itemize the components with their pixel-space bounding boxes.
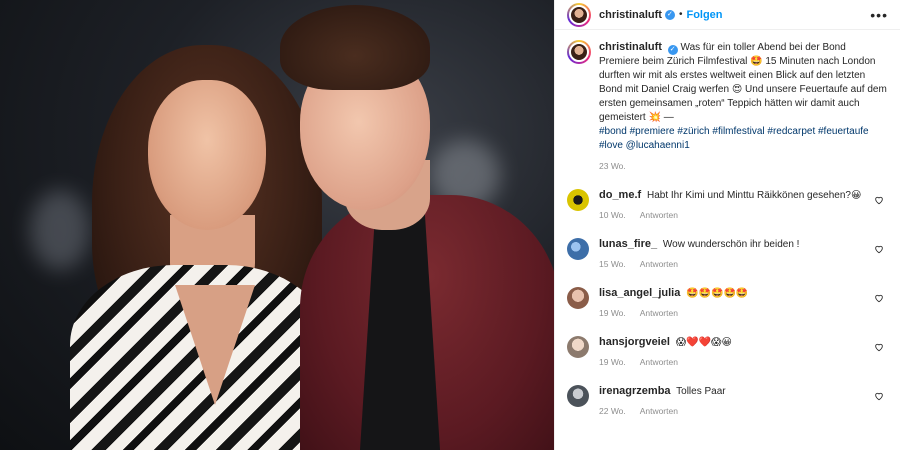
caption-avatar[interactable] (567, 40, 591, 64)
comment-username[interactable]: lisa_angel_julia (599, 287, 680, 299)
verified-badge-icon: ✓ (667, 45, 678, 55)
comment-avatar[interactable] (567, 189, 589, 211)
comment-avatar[interactable] (567, 238, 589, 260)
comment-age: 22 Wo. (599, 406, 626, 416)
comment-item: lunas_fire_ Wow wunderschön ihr beiden !… (567, 238, 888, 269)
comment-text: 😱❤️❤️😱😀 (675, 337, 732, 348)
profile-avatar[interactable] (567, 2, 591, 27)
header-username[interactable]: christinaluft (599, 9, 662, 21)
comment-text: Tolles Paar (676, 386, 726, 397)
caption-text-block: christinaluft ✓ Was für ein toller Abend… (599, 40, 888, 153)
caption-meta: 23 Wo. (599, 161, 888, 171)
comment-age: 15 Wo. (599, 259, 626, 269)
comment-text: Wow wunderschön ihr beiden ! (662, 239, 800, 250)
comment-item: lisa_angel_julia 🤩🤩🤩🤩🤩 19 Wo. Antworten (567, 287, 888, 318)
more-options-icon[interactable]: ••• (870, 7, 888, 23)
comment-username[interactable]: hansjorgveiel (599, 336, 670, 348)
like-heart-icon[interactable] (874, 293, 884, 303)
reply-button[interactable]: Antworten (640, 406, 678, 416)
comment-text: 🤩🤩🤩🤩🤩 (686, 288, 749, 299)
comment-avatar[interactable] (567, 385, 589, 407)
follow-button[interactable]: Folgen (686, 9, 722, 21)
comment-text: Habt Ihr Kimi und Minttu Räikkönen geseh… (646, 190, 862, 201)
comment-username[interactable]: lunas_fire_ (599, 238, 657, 250)
comment-avatar[interactable] (567, 336, 589, 358)
post-photo[interactable] (0, 0, 554, 450)
background-bokeh (30, 190, 90, 270)
comments-thread[interactable]: christinaluft ✓ Was für ein toller Abend… (555, 30, 900, 450)
comment-item: hansjorgveiel 😱❤️❤️😱😀 19 Wo. Antworten (567, 336, 888, 367)
comment-age: 19 Wo. (599, 357, 626, 367)
comment-avatar[interactable] (567, 287, 589, 309)
reply-button[interactable]: Antworten (640, 308, 678, 318)
comment-username[interactable]: irenagrzemba (599, 385, 671, 397)
reply-button[interactable]: Antworten (640, 210, 678, 220)
comment-age: 10 Wo. (599, 210, 626, 220)
instagram-post: christinaluft ✓ • Folgen ••• christinalu… (0, 0, 900, 450)
comment-age: 19 Wo. (599, 308, 626, 318)
caption-username[interactable]: christinaluft (599, 41, 662, 53)
caption: christinaluft ✓ Was für ein toller Abend… (567, 40, 888, 171)
reply-button[interactable]: Antworten (640, 357, 678, 367)
post-side-panel: christinaluft ✓ • Folgen ••• christinalu… (554, 0, 900, 450)
caption-text: Was für ein toller Abend bei der Bond Pr… (599, 42, 887, 123)
woman-face (148, 80, 266, 230)
separator-dot: • (678, 9, 683, 20)
caption-age: 23 Wo. (599, 161, 626, 171)
comment-item: do_me.f Habt Ihr Kimi und Minttu Räikkön… (567, 189, 888, 220)
reply-button[interactable]: Antworten (640, 259, 678, 269)
comment-username[interactable]: do_me.f (599, 189, 641, 201)
like-heart-icon[interactable] (874, 244, 884, 254)
comment-item: irenagrzemba Tolles Paar 22 Wo. Antworte… (567, 385, 888, 416)
like-heart-icon[interactable] (874, 391, 884, 401)
post-header: christinaluft ✓ • Folgen ••• (555, 0, 900, 30)
man-hair (280, 5, 430, 90)
verified-badge-icon: ✓ (664, 9, 675, 20)
like-heart-icon[interactable] (874, 342, 884, 352)
caption-hashtags[interactable]: #bond #premiere #zürich #filmfestival #r… (599, 125, 888, 153)
like-heart-icon[interactable] (874, 195, 884, 205)
